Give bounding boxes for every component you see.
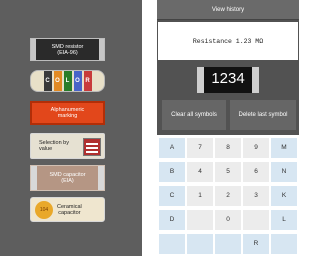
ceramic-sublabel: capacitor	[58, 209, 81, 216]
smd-capacitor-sublabel: (EIA)	[61, 178, 74, 184]
key-d[interactable]: D	[159, 210, 185, 230]
selection-by-value-item[interactable]: Selection by value	[30, 133, 105, 159]
key-2[interactable]: 2	[215, 186, 241, 206]
key-6[interactable]: 6	[243, 162, 269, 182]
key-r[interactable]: R	[243, 234, 269, 254]
clear-all-button[interactable]: Clear all symbols	[162, 100, 226, 130]
result-text: Resistance 1.23 MΩ	[192, 38, 264, 45]
key-blank[interactable]	[187, 210, 213, 230]
key-blank[interactable]	[215, 234, 241, 254]
key-b[interactable]: B	[159, 162, 185, 182]
code-chip: 1234	[197, 67, 259, 93]
key-m[interactable]: M	[271, 138, 297, 158]
code-display: 1234	[211, 70, 245, 87]
alphanumeric-sublabel: marking	[57, 113, 78, 119]
smd-capacitor-item[interactable]: SMD capacitor (EIA)	[30, 165, 105, 191]
key-l[interactable]: L	[271, 210, 297, 230]
key-a[interactable]: A	[159, 138, 185, 158]
key-3[interactable]: 3	[243, 186, 269, 206]
key-5[interactable]: 5	[215, 162, 241, 182]
key-8[interactable]: 8	[215, 138, 241, 158]
delete-last-button[interactable]: Delete last symbol	[230, 100, 296, 130]
key-n[interactable]: N	[271, 162, 297, 182]
key-7[interactable]: 7	[187, 138, 213, 158]
color-band: R	[83, 71, 92, 91]
alphanumeric-marking-item[interactable]: Alphanumeric marking	[30, 101, 105, 125]
color-band: L	[63, 71, 72, 91]
key-blank[interactable]	[271, 234, 297, 254]
color-band: O	[73, 71, 82, 91]
key-0[interactable]: 0	[215, 210, 241, 230]
color-band: C	[43, 71, 52, 91]
code-input-screen: View history Resistance 1.23 MΩ 1234 Cle…	[157, 0, 299, 256]
key-1[interactable]: 1	[187, 186, 213, 206]
key-c[interactable]: C	[159, 186, 185, 206]
key-blank[interactable]	[187, 234, 213, 254]
key-9[interactable]: 9	[243, 138, 269, 158]
selection-sublabel: value	[39, 146, 53, 152]
keypad: A789M B456N C123K D 0 LR	[157, 135, 299, 256]
color-code-resistor-item[interactable]: C O L O R	[30, 70, 105, 92]
component-menu-screen: SMD resistor (EIA-96) C O L O R Alphanum…	[0, 0, 142, 256]
key-blank[interactable]	[243, 210, 269, 230]
ceramic-capacitor-item[interactable]: 104 Ceramical capacitor	[30, 197, 105, 222]
result-panel: Resistance 1.23 MΩ	[158, 22, 298, 60]
view-history-button[interactable]: View history	[157, 0, 299, 20]
key-k[interactable]: K	[271, 186, 297, 206]
smd-resistor-item[interactable]: SMD resistor (EIA-96)	[30, 38, 105, 61]
key-4[interactable]: 4	[187, 162, 213, 182]
color-band: O	[53, 71, 62, 91]
key-blank[interactable]	[159, 234, 185, 254]
keypad-icon	[83, 138, 101, 156]
ceramic-capacitor-icon: 104	[35, 200, 53, 219]
smd-resistor-sublabel: (EIA-96)	[57, 49, 78, 56]
ceramic-label: Ceramical	[57, 203, 82, 210]
